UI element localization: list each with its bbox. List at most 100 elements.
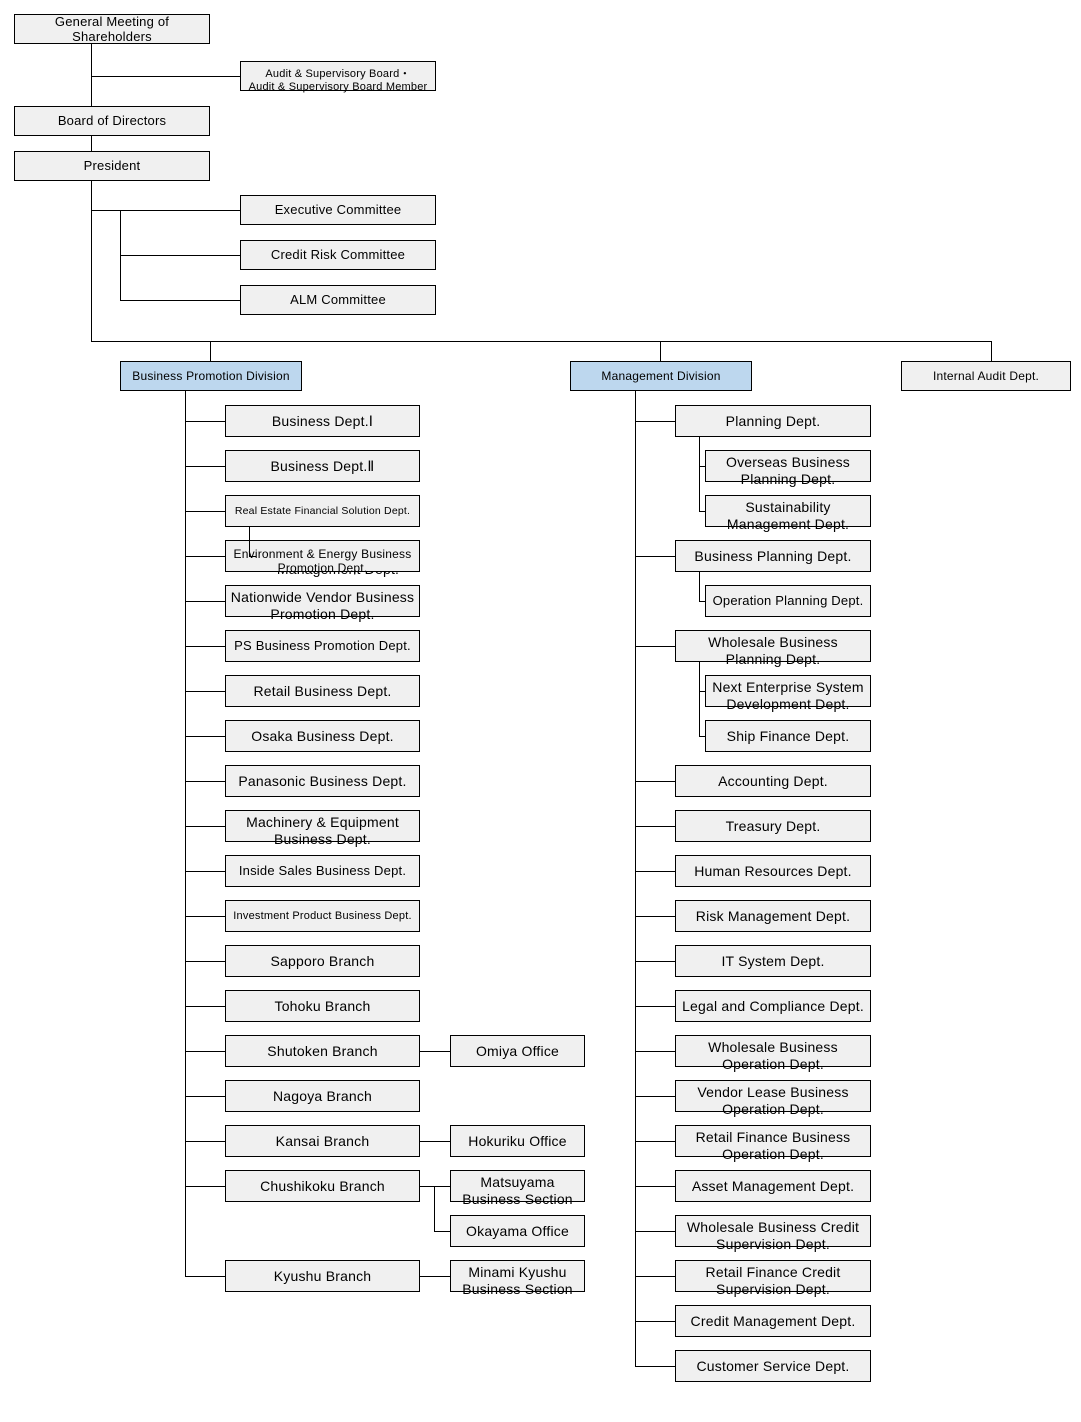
box-retail-finance-business-operation-dept: Retail Finance Business Operation Dept. xyxy=(675,1125,871,1162)
connector-committee-credit-risk-committee xyxy=(120,255,240,256)
connector-president-vertical xyxy=(91,181,92,341)
box-label: Wholesale Business Operation Dept. xyxy=(708,1039,838,1072)
box-label: Internal Audit Dept. xyxy=(932,368,1040,383)
box-label: Nagoya Branch xyxy=(272,1087,373,1104)
box-planning-dept: Planning Dept. xyxy=(675,405,871,437)
box-label: Retail Finance Business Operation Dept. xyxy=(695,1129,851,1162)
connector-retail-finance-business-operation-dept xyxy=(635,1141,675,1142)
box-minami-kyushu-business-section: Minami Kyushu Business Section xyxy=(450,1260,585,1297)
box-audit-supervisory-board: Audit & Supervisory Board・ Audit & Super… xyxy=(240,61,436,93)
box-shutoken-branch: Shutoken Branch xyxy=(225,1035,420,1067)
box-osaka-business-dept: Osaka Business Dept. xyxy=(225,720,420,752)
connector-retail-finance-credit-supervision-dept xyxy=(635,1276,675,1277)
connector-division-busbar xyxy=(91,341,991,342)
box-next-enterprise-system-development-dept: Next Enterprise System Development Dept. xyxy=(705,675,871,712)
connector-ship-finance-dept xyxy=(699,736,705,737)
connector-kyushu-branch xyxy=(185,1276,225,1277)
connector-wholesale-business-operation-dept xyxy=(635,1051,675,1052)
connector-osaka-business-dept xyxy=(185,736,225,737)
box-omiya-office: Omiya Office xyxy=(450,1035,585,1067)
org-chart: General Meeting of Shareholders Audit & … xyxy=(0,0,1081,1422)
box-label: Business Planning Dept. xyxy=(694,547,852,564)
box-investment-product-business-dept: Investment Product Business Dept. xyxy=(225,900,420,932)
connector-tohoku-branch xyxy=(185,1006,225,1007)
box-wholesale-business-operation-dept: Wholesale Business Operation Dept. xyxy=(675,1035,871,1072)
connector-inside-sales-business-dept xyxy=(185,871,225,872)
box-label: Real Estate Financial Solution Dept. xyxy=(234,504,411,517)
box-overseas-business-planning-dept: Overseas Business Planning Dept. xyxy=(705,450,871,487)
connector-ps-business-promotion-dept xyxy=(185,646,225,647)
box-label: IT System Dept. xyxy=(721,952,825,969)
connector-wholesale-business-planning-dept xyxy=(635,646,675,647)
connector-hokuriku-office xyxy=(420,1141,450,1142)
box-label: Tohoku Branch xyxy=(274,997,371,1014)
connector-wholesale-business-credit-supervision-dept xyxy=(635,1231,675,1232)
connector-omiya-office xyxy=(420,1051,450,1052)
box-label: Credit Risk Committee xyxy=(270,247,406,263)
box-committee-credit-risk-committee: Credit Risk Committee xyxy=(240,240,436,270)
box-legal-and-compliance-dept: Legal and Compliance Dept. xyxy=(675,990,871,1022)
box-label: Vendor Lease Business Operation Dept. xyxy=(697,1084,849,1117)
box-label: Omiya Office xyxy=(475,1042,560,1059)
connector-drop-business-promotion xyxy=(210,341,211,361)
box-accounting-dept: Accounting Dept. xyxy=(675,765,871,797)
box-label: Nationwide Vendor Business Promotion Dep… xyxy=(230,589,415,622)
connector-real-estate-financial-solution-dept xyxy=(185,511,225,512)
box-committee-executive-committee: Executive Committee xyxy=(240,195,436,225)
connector-sapporo-branch xyxy=(185,961,225,962)
box-label: Board of Directors xyxy=(57,113,167,129)
connector-business-planning-dept xyxy=(635,556,675,557)
box-real-estate-financial-solution-dept: Real Estate Financial Solution Dept. xyxy=(225,495,420,527)
box-management-division: Management Division xyxy=(570,361,752,391)
connector-stub-chushikoku-branch xyxy=(420,1186,434,1187)
box-label: Business Promotion Division xyxy=(132,368,290,383)
box-label: Environment & Energy Business Promotion … xyxy=(233,546,412,575)
connector-panasonic-business-dept xyxy=(185,781,225,782)
connector-investment-product-business-dept xyxy=(185,916,225,917)
box-label: Sapporo Branch xyxy=(270,952,375,969)
box-label: Wholesale Business Planning Dept. xyxy=(708,634,838,667)
box-wholesale-business-planning-dept: Wholesale Business Planning Dept. xyxy=(675,630,871,667)
box-label: General Meeting of Shareholders xyxy=(54,13,170,44)
connector-accounting-dept xyxy=(635,781,675,782)
box-label: Wholesale Business Credit Supervision De… xyxy=(686,1219,860,1252)
box-panasonic-business-dept: Panasonic Business Dept. xyxy=(225,765,420,797)
box-label: Risk Management Dept. xyxy=(695,907,851,924)
box-internal-audit-dept: Internal Audit Dept. xyxy=(901,361,1071,391)
connector-business-dept xyxy=(185,466,225,467)
box-president: President xyxy=(14,151,210,181)
box-business-dept: Business Dept.Ⅱ xyxy=(225,450,420,482)
box-asset-management-dept: Asset Management Dept. xyxy=(675,1170,871,1202)
box-label: Machinery & Equipment Business Dept. xyxy=(246,814,399,847)
box-label: Legal and Compliance Dept. xyxy=(682,997,864,1014)
box-label: President xyxy=(83,158,141,174)
box-label: Chushikoku Branch xyxy=(260,1177,385,1194)
box-risk-management-dept: Risk Management Dept. xyxy=(675,900,871,932)
box-retail-business-dept: Retail Business Dept. xyxy=(225,675,420,707)
box-label: ALM Committee xyxy=(290,292,386,308)
box-label: Retail Business Dept. xyxy=(253,682,392,699)
box-label: Management Division xyxy=(601,368,721,383)
box-label: Human Resources Dept. xyxy=(694,862,852,879)
box-label: PS Business Promotion Dept. xyxy=(234,638,411,654)
box-nationwide-vendor-business-promotion-dept: Nationwide Vendor Business Promotion Dep… xyxy=(225,585,420,622)
connector-subspine-wholesale-business-planning-dept xyxy=(699,662,700,736)
connector-nagoya-branch xyxy=(185,1096,225,1097)
connector-okayama-office xyxy=(434,1231,450,1232)
box-it-system-dept: IT System Dept. xyxy=(675,945,871,977)
connector-sidespine-chushikoku-branch xyxy=(434,1186,435,1231)
box-ps-business-promotion-dept: PS Business Promotion Dept. xyxy=(225,630,420,662)
box-label: Customer Service Dept. xyxy=(696,1357,850,1374)
connector-shareholders-vertical xyxy=(91,44,92,106)
connector-nationwide-vendor-business-promotion-dept xyxy=(185,601,225,602)
connector-it-system-dept xyxy=(635,961,675,962)
connector-audit-board-horizontal xyxy=(91,76,240,77)
connector-planning-dept xyxy=(635,421,675,422)
connector-subspine-business-planning-dept xyxy=(699,572,700,601)
box-vendor-lease-business-operation-dept: Vendor Lease Business Operation Dept. xyxy=(675,1080,871,1117)
connector-board-president-vertical xyxy=(91,136,92,151)
box-label: Overseas Business Planning Dept. xyxy=(725,454,850,487)
box-label: Treasury Dept. xyxy=(725,817,821,834)
connector-shutoken-branch xyxy=(185,1051,225,1052)
connector-committee-executive-committee xyxy=(120,210,240,211)
